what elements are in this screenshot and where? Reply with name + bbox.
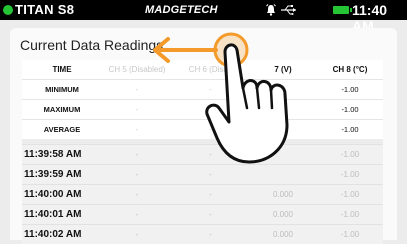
brand-logo: MadgeTech (145, 4, 218, 16)
table-cell: -1.00 (317, 225, 383, 244)
device-name: TITAN S8 (15, 2, 74, 17)
table-cell: -1.00 (317, 120, 383, 140)
row-label: MINIMUM (22, 80, 102, 100)
reading-time: 11:40:01 AM (22, 205, 102, 225)
reading-time: 11:39:59 AM (22, 165, 102, 185)
table-cell: -1.00 (317, 100, 383, 120)
table-cell: - (102, 205, 172, 225)
table-cell: 0.000 (249, 185, 317, 205)
table-cell: - (172, 205, 249, 225)
reading-time: 11:39:58 AM (22, 145, 102, 165)
readings-table[interactable]: TIME CH 5 (Disabled) CH 6 (Disab 7 (V) C… (22, 60, 383, 244)
battery-icon (333, 6, 349, 14)
reading-row[interactable]: 11:40:01 AM - - 0.000 -1.00 (22, 205, 383, 225)
table-cell: - (172, 185, 249, 205)
reading-row[interactable]: 11:40:02 AM - - 0.000 -1.00 (22, 225, 383, 244)
table-cell: - (172, 225, 249, 244)
table-cell: -1.00 (317, 185, 383, 205)
table-cell: - (102, 225, 172, 244)
status-bar: TITAN S8 MadgeTech 11:40 AM (0, 0, 407, 20)
table-cell: -1.00 (317, 205, 383, 225)
table-cell: - (102, 145, 172, 165)
reading-row[interactable]: 11:39:59 AM - - -1.00 (22, 165, 383, 185)
reading-time: 11:40:00 AM (22, 185, 102, 205)
table-cell: - (102, 120, 172, 140)
table-cell: 0.000 (249, 205, 317, 225)
table-cell: - (102, 100, 172, 120)
status-indicator-dot (3, 5, 13, 15)
table-cell: - (102, 80, 172, 100)
page-title: Current Data Readings (20, 37, 163, 53)
column-header-ch8: CH 8 (°C) (317, 60, 383, 80)
table-cell: -1.00 (317, 145, 383, 165)
stats-row-minimum: MINIMUM - - -1.00 (22, 80, 383, 100)
row-label: MAXIMUM (22, 100, 102, 120)
table-cell: -1.00 (317, 165, 383, 185)
reading-time: 11:40:02 AM (22, 225, 102, 244)
stats-row-average: AVERAGE - - -1.00 (22, 120, 383, 140)
row-label: AVERAGE (22, 120, 102, 140)
usb-icon (280, 4, 298, 16)
column-header-time: TIME (22, 60, 102, 80)
table-cell: -1.00 (317, 80, 383, 100)
reading-row[interactable]: 11:39:58 AM - - -1.00 (22, 145, 383, 165)
table-cell: - (102, 185, 172, 205)
table-cell: 0.000 (249, 225, 317, 244)
stats-row-maximum: MAXIMUM - - -1.00 (22, 100, 383, 120)
pointing-hand-icon (205, 30, 315, 175)
table-cell: - (102, 165, 172, 185)
reading-row[interactable]: 11:40:00 AM - - 0.000 -1.00 (22, 185, 383, 205)
